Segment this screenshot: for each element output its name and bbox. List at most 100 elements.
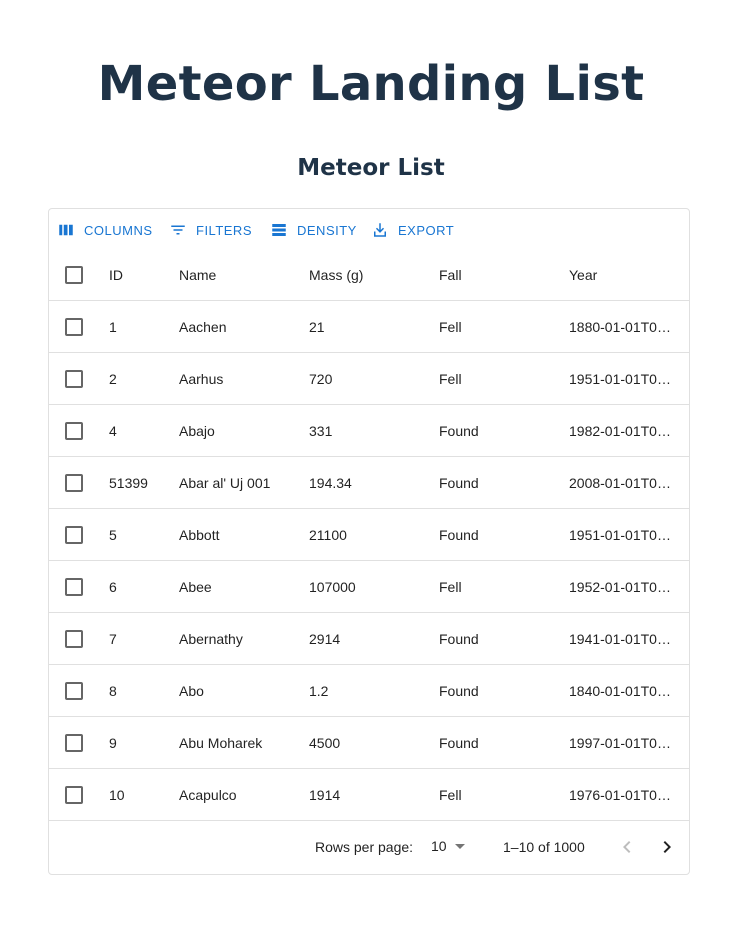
name-cell: Abee [179, 578, 212, 595]
row-select-cell [49, 717, 99, 768]
mass-cell: 4500 [309, 734, 341, 751]
column-header-year[interactable]: Year [569, 249, 674, 300]
row-select-cell [49, 509, 99, 560]
row-select-cell [49, 457, 99, 508]
select-all-checkbox[interactable] [65, 265, 83, 284]
name-cell: Abbott [179, 526, 220, 543]
fall-cell: Found [439, 526, 479, 543]
fall-cell: Found [439, 422, 479, 439]
mass-cell: 107000 [309, 578, 356, 595]
row-checkbox[interactable] [65, 733, 83, 752]
pagination-footer: Rows per page: 10 1–10 of 1000 [49, 821, 689, 875]
grid-toolbar: COLUMNS FILTERS DENSITY EXPORT [49, 209, 689, 249]
mass-cell: 194.34 [309, 474, 352, 491]
row-select-cell [49, 301, 99, 352]
columns-button-label: COLUMNS [84, 222, 153, 238]
table-row[interactable]: 8 Abo 1.2 Found 1840-01-01T00:00:00.000 [49, 665, 689, 717]
table-row[interactable]: 4 Abajo 331 Found 1982-01-01T00:00:00.00… [49, 405, 689, 457]
density-button-label: DENSITY [297, 222, 357, 238]
next-page-button[interactable] [655, 835, 679, 859]
year-text: 1976-01-01T00:00:00.000 [569, 786, 674, 803]
year-text: 1997-01-01T00:00:00.000 [569, 734, 674, 751]
name-cell: Abo [179, 682, 204, 699]
data-grid: COLUMNS FILTERS DENSITY EXPORT ID Name M… [48, 208, 690, 875]
chevron-right-icon [663, 841, 671, 853]
columns-icon [59, 224, 73, 236]
section-title: Meteor List [297, 155, 445, 181]
name-cell: Acapulco [179, 786, 237, 803]
row-select-cell [49, 769, 99, 820]
rows-per-page-value: 10 [431, 838, 447, 854]
year-text: 1982-01-01T00:00:00.000 [569, 422, 674, 439]
id-cell: 5 [109, 526, 117, 543]
name-cell: Abar al' Uj 001 [179, 474, 271, 491]
id-cell: 4 [109, 422, 117, 439]
name-cell: Abernathy [179, 630, 243, 647]
download-icon [374, 223, 386, 237]
columns-button[interactable]: COLUMNS [57, 219, 153, 241]
column-header-id[interactable]: ID [109, 249, 169, 300]
filters-button-label: FILTERS [196, 222, 252, 238]
id-cell: 1 [109, 318, 117, 335]
table-row[interactable]: 9 Abu Moharek 4500 Found 1997-01-01T00:0… [49, 717, 689, 769]
density-button[interactable]: DENSITY [270, 219, 357, 241]
row-checkbox[interactable] [65, 681, 83, 700]
export-button[interactable]: EXPORT [371, 219, 454, 241]
mass-cell: 21100 [309, 526, 347, 543]
id-cell: 6 [109, 578, 117, 595]
table-row[interactable]: 51399 Abar al' Uj 001 194.34 Found 2008-… [49, 457, 689, 509]
year-text: 1880-01-01T00:00:00.000 [569, 318, 674, 335]
fall-cell: Found [439, 630, 479, 647]
row-checkbox[interactable] [65, 369, 83, 388]
name-cell: Aarhus [179, 370, 224, 387]
table-row[interactable]: 6 Abee 107000 Fell 1952-01-01T00:00:00.0… [49, 561, 689, 613]
year-text: 1941-01-01T00:00:00.000 [569, 630, 674, 647]
page-title: Meteor Landing List [97, 56, 645, 112]
fall-cell: Fell [439, 370, 462, 387]
fall-cell: Fell [439, 786, 462, 803]
rows-per-page-select[interactable]: 10 [431, 838, 465, 854]
caret-down-icon [454, 843, 465, 849]
row-checkbox[interactable] [65, 785, 83, 804]
row-checkbox[interactable] [65, 525, 83, 544]
year-text: 1840-01-01T00:00:00.000 [569, 682, 674, 699]
rows-per-page-label: Rows per page: [315, 839, 414, 855]
year-text: 1951-01-01T00:00:00.000 [569, 370, 674, 387]
table-row[interactable]: 5 Abbott 21100 Found 1951-01-01T00:00:00… [49, 509, 689, 561]
table-row[interactable]: 2 Aarhus 720 Fell 1951-01-01T00:00:00.00… [49, 353, 689, 405]
row-checkbox[interactable] [65, 629, 83, 648]
row-select-cell [49, 613, 99, 664]
column-header-mass[interactable]: Mass (g) [309, 249, 434, 300]
fall-cell: Found [439, 474, 479, 491]
row-select-cell [49, 665, 99, 716]
row-checkbox[interactable] [65, 577, 83, 596]
year-cell: 1951-01-01T00:00:00.000 [569, 353, 674, 404]
table-row[interactable]: 10 Acapulco 1914 Fell 1976-01-01T00:00:0… [49, 769, 689, 821]
year-text: 1952-01-01T00:00:00.000 [569, 578, 674, 595]
id-cell: 8 [109, 682, 117, 699]
density-icon [272, 224, 286, 236]
filters-button[interactable]: FILTERS [169, 219, 252, 241]
fall-cell: Fell [439, 318, 462, 335]
row-checkbox[interactable] [65, 473, 83, 492]
year-cell: 1997-01-01T00:00:00.000 [569, 717, 674, 768]
table-body: 1 Aachen 21 Fell 1880-01-01T00:00:00.000… [49, 301, 689, 821]
row-checkbox[interactable] [65, 421, 83, 440]
fall-cell: Fell [439, 578, 462, 595]
name-cell: Abu Moharek [179, 734, 263, 751]
id-cell: 7 [109, 630, 117, 647]
row-checkbox[interactable] [65, 317, 83, 336]
mass-cell: 2914 [309, 630, 341, 647]
table-row[interactable]: 7 Abernathy 2914 Found 1941-01-01T00:00:… [49, 613, 689, 665]
id-cell: 10 [109, 786, 125, 803]
table-row[interactable]: 1 Aachen 21 Fell 1880-01-01T00:00:00.000 [49, 301, 689, 353]
select-all-cell [49, 249, 99, 300]
column-header-name[interactable]: Name [179, 249, 304, 300]
year-text: 1951-01-01T00:00:00.000 [569, 526, 674, 543]
filter-icon [171, 225, 185, 235]
year-cell: 1952-01-01T00:00:00.000 [569, 561, 674, 612]
pagination-range: 1–10 of 1000 [503, 839, 585, 855]
name-cell: Aachen [179, 318, 227, 335]
previous-page-button[interactable] [615, 835, 639, 859]
column-header-fall[interactable]: Fall [439, 249, 564, 300]
